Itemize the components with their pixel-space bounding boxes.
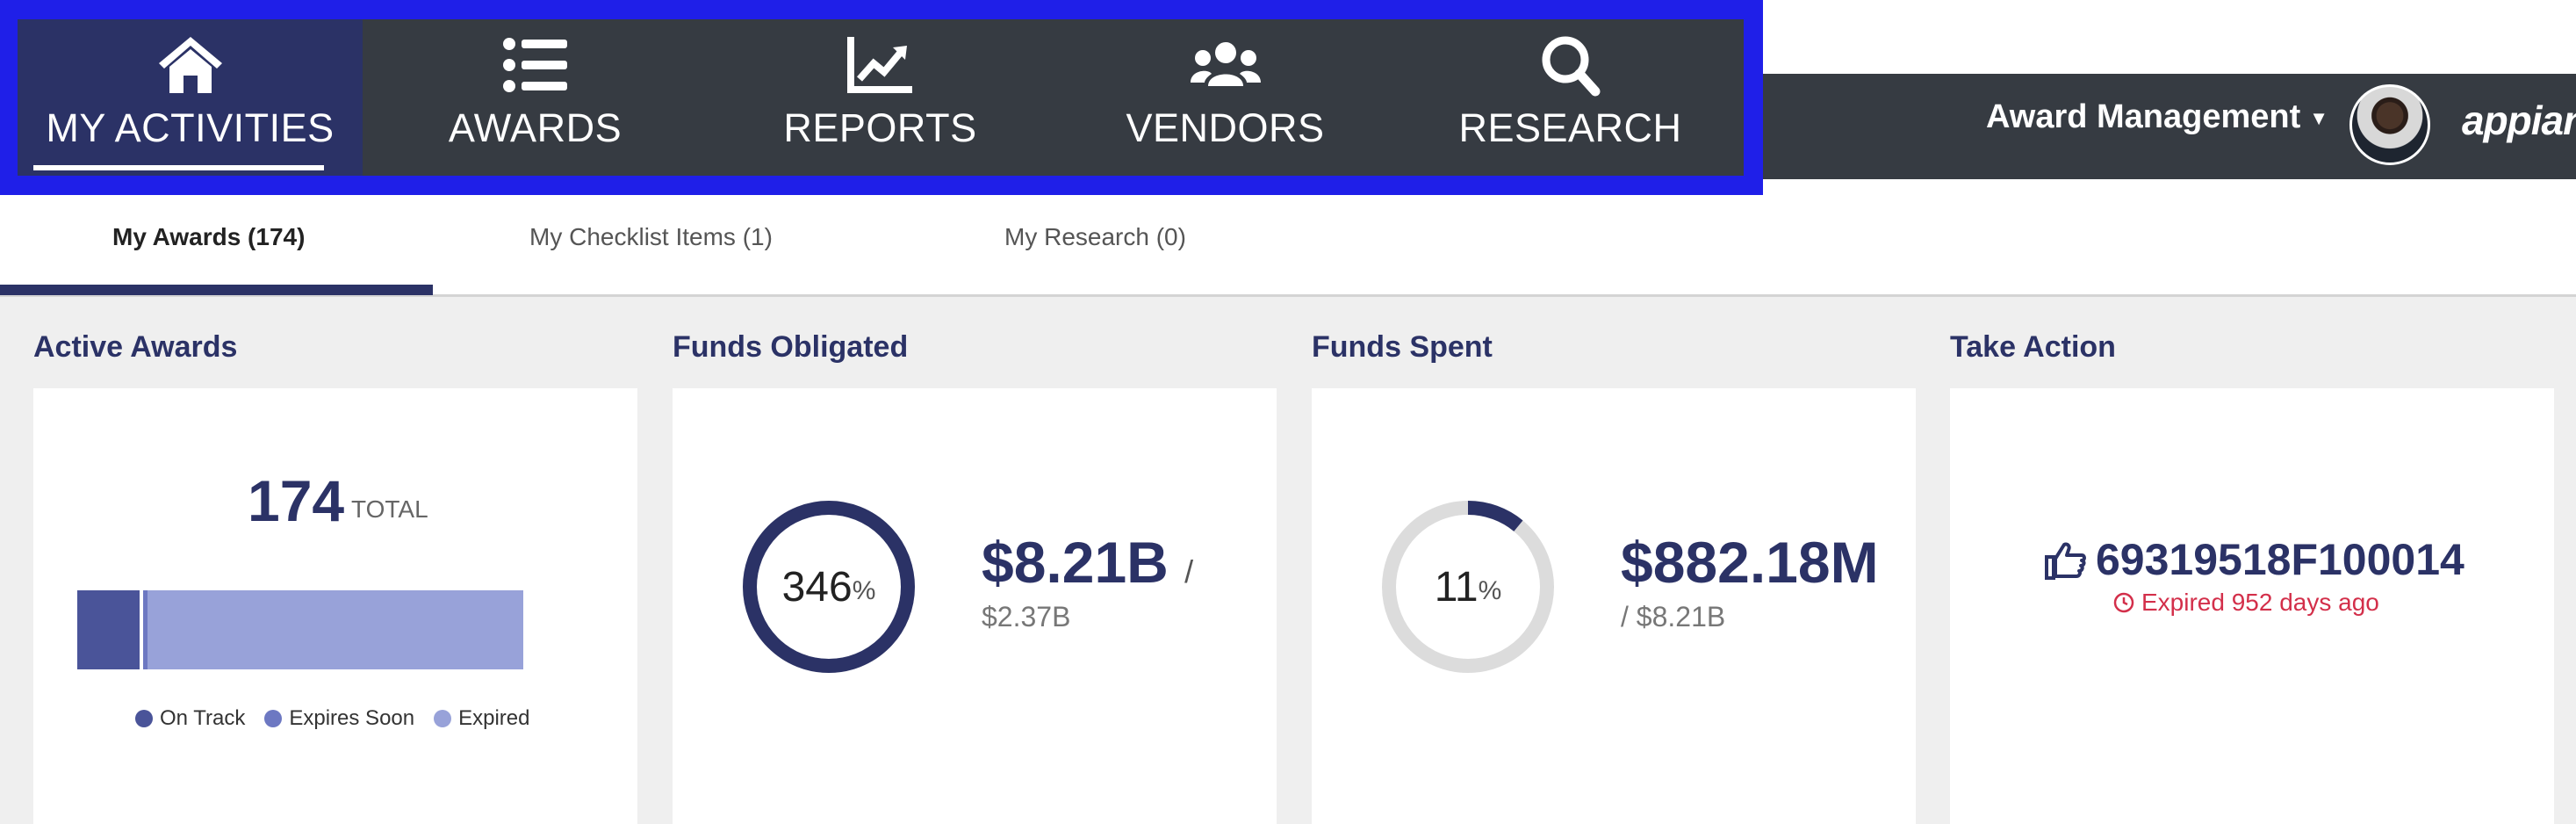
- legend-label: Expired: [458, 706, 530, 730]
- amount-slash: /: [1184, 553, 1194, 589]
- tab-my-research[interactable]: My Research (0): [1004, 223, 1186, 251]
- legend-label: On Track: [160, 706, 246, 730]
- funds-spent-of-amount: / $8.21B: [1621, 601, 1726, 632]
- home-icon: [154, 33, 227, 97]
- nav-label: MY ACTIVITIES: [46, 105, 335, 150]
- funds-obligated-of-amount: $2.37B: [982, 601, 1071, 632]
- percent-sign: %: [852, 576, 876, 605]
- legend-item-expired: Expired: [434, 706, 529, 731]
- thumbs-up-icon: [2045, 542, 2086, 580]
- funds-spent-percent: 11%: [1378, 497, 1558, 676]
- total-label: TOTAL: [351, 495, 428, 523]
- active-awards-card: 174 TOTAL On Track Expires Soon Expired: [33, 388, 637, 824]
- amount-value: $8.21B: [982, 530, 1169, 595]
- active-awards-total: 174: [248, 468, 345, 533]
- nav-label: AWARDS: [448, 105, 622, 150]
- legend-item-on-track: On Track: [135, 706, 245, 731]
- clock-icon: [2113, 592, 2134, 613]
- legend-dot-expired: [434, 710, 452, 727]
- legend-dot-expires-soon: [264, 710, 283, 727]
- status-text: Expired 952 days ago: [2141, 589, 2379, 616]
- legend-dot-on-track: [135, 710, 153, 727]
- funds-obligated-amount: $8.21B /: [982, 529, 1193, 596]
- tab-bar: My Awards (174) My Checklist Items (1) M…: [0, 195, 2576, 297]
- active-tab-indicator: [0, 285, 433, 295]
- chart-line-icon: [844, 33, 917, 97]
- bar-segment-on-track[interactable]: [77, 590, 140, 669]
- search-icon: [1534, 33, 1608, 97]
- bar-segment-divider: [140, 590, 143, 669]
- funds-obligated-percent: 346%: [739, 497, 918, 676]
- percent-value: 346: [781, 563, 853, 611]
- top-bar: MY ACTIVITIES AWARDS REPORTS VENDORS RES…: [0, 0, 2576, 195]
- caret-down-icon: ▼: [2309, 106, 2329, 129]
- app-switcher[interactable]: Award Management ▼: [1986, 98, 2328, 136]
- funds-obligated-title: Funds Obligated: [673, 330, 909, 364]
- main-nav-frame: MY ACTIVITIES AWARDS REPORTS VENDORS RES…: [0, 0, 1763, 195]
- nav-item-my-activities[interactable]: MY ACTIVITIES: [18, 19, 363, 176]
- take-action-title: Take Action: [1950, 330, 2116, 364]
- active-nav-underline: [33, 165, 324, 170]
- nav-item-research[interactable]: RESEARCH: [1398, 19, 1743, 176]
- percent-value: 11: [1434, 563, 1479, 611]
- legend-label: Expires Soon: [289, 706, 415, 730]
- funds-spent-title: Funds Spent: [1312, 330, 1493, 364]
- tab-my-checklist-items[interactable]: My Checklist Items (1): [529, 223, 773, 251]
- funds-obligated-card: 346% $8.21B / $2.37B: [673, 388, 1277, 824]
- funds-spent-card: 11% $882.18M / $8.21B: [1312, 388, 1916, 824]
- take-action-award-link[interactable]: 69319518F100014: [2043, 534, 2464, 585]
- list-icon: [499, 33, 572, 97]
- expired-status: Expired 952 days ago: [2113, 589, 2379, 617]
- brand-logo: appian: [2462, 98, 2576, 143]
- nav-item-reports[interactable]: REPORTS: [708, 19, 1053, 176]
- users-icon: [1189, 33, 1263, 97]
- legend-item-expires-soon: Expires Soon: [264, 706, 414, 731]
- active-awards-title: Active Awards: [33, 330, 238, 364]
- take-action-card: 69319518F100014 Expired 952 days ago: [1950, 388, 2554, 824]
- nav-label: REPORTS: [783, 105, 977, 150]
- funds-spent-amount: $882.18M: [1621, 530, 1879, 595]
- nav-label: RESEARCH: [1458, 105, 1682, 150]
- bar-segment-expires-soon[interactable]: [143, 590, 148, 669]
- nav-label: VENDORS: [1126, 105, 1325, 150]
- award-id: 69319518F100014: [2096, 535, 2464, 584]
- nav-item-awards[interactable]: AWARDS: [363, 19, 708, 176]
- awards-legend: On Track Expires Soon Expired: [135, 706, 529, 731]
- user-avatar[interactable]: [2349, 84, 2430, 165]
- awards-status-bar[interactable]: [77, 590, 523, 669]
- percent-sign: %: [1478, 576, 1502, 605]
- app-name: Award Management: [1986, 98, 2301, 135]
- tab-my-awards[interactable]: My Awards (174): [112, 223, 305, 251]
- nav-item-vendors[interactable]: VENDORS: [1053, 19, 1398, 176]
- main-nav: MY ACTIVITIES AWARDS REPORTS VENDORS RES…: [18, 19, 1744, 176]
